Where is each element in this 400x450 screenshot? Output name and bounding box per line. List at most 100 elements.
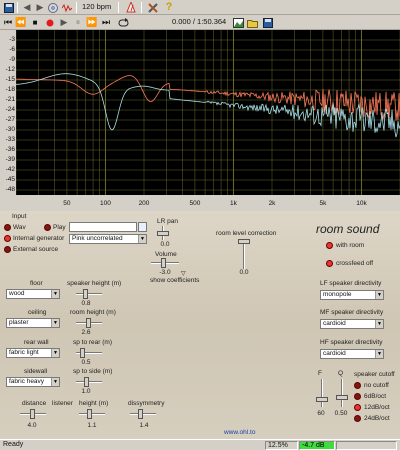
hf-directivity-select[interactable]: cardioid ▼ (320, 349, 384, 359)
fast-forward-icon[interactable]: ⏩ (86, 16, 97, 29)
back-icon[interactable]: ◀ (21, 1, 33, 14)
floppy-icon[interactable] (3, 1, 15, 14)
skip-back-icon[interactable]: ⏮ (3, 16, 13, 29)
mf-directivity-select[interactable]: cardioid ▼ (320, 319, 384, 329)
rear-wall-select[interactable]: fabric light ▼ (6, 348, 60, 358)
volume-slider[interactable] (151, 258, 179, 268)
website-link[interactable]: www.ohl.to (224, 429, 255, 436)
lf-directivity-select[interactable]: monopole ▼ (320, 290, 384, 300)
x-tick-label: 100 (100, 200, 111, 207)
y-tick-label: -24 (5, 106, 15, 113)
forward-icon[interactable]: ▶ (34, 1, 46, 14)
crossfeed-label: crossfeed off (336, 260, 374, 267)
speaker-height-value: 0.8 (81, 300, 91, 307)
transport-toolbar: ⏮ ⏪ ■ ▶ ⏸ ⏩ ⏭ 0.000 / 1:50.364 (0, 15, 400, 30)
cutoff-option-label: 6dB/oct (364, 393, 387, 400)
lf-directivity-label: LF speaker directivity (320, 280, 382, 287)
skip-forward-icon[interactable]: ⏭ (101, 16, 111, 29)
listener-height-label: height (m) (79, 400, 109, 407)
save-icon[interactable] (262, 16, 274, 29)
waveform-icon[interactable] (61, 1, 73, 14)
distance-value: 4.0 (27, 422, 37, 429)
room-height-label: room height (m) (70, 309, 116, 316)
sp-rear-slider[interactable] (76, 348, 102, 358)
browse-file-icon[interactable] (138, 222, 147, 232)
wav-label: Wav (13, 224, 26, 231)
sp-side-label: sp to side (m) (73, 368, 113, 375)
bpm-display: 120 bpm (82, 2, 112, 11)
cd-icon[interactable] (47, 1, 59, 14)
y-tick-label: -21 (5, 96, 15, 103)
y-tick-label: -18 (5, 86, 15, 93)
dissymmetry-slider[interactable] (130, 409, 156, 419)
rewind-icon[interactable]: ⏪ (15, 16, 26, 29)
tools-icon[interactable] (147, 1, 159, 14)
ceiling-select[interactable]: plaster ▼ (6, 318, 60, 328)
y-tick-label: -27 (5, 116, 15, 123)
cutoff-option-label: no cutoff (364, 382, 389, 389)
cutoff-radio[interactable] (354, 415, 361, 422)
plot-area[interactable] (15, 30, 400, 195)
floor-select[interactable]: wood ▼ (6, 289, 60, 299)
lr-pan-label: LR pan (157, 218, 178, 225)
volume-value: -3.0 (159, 269, 171, 276)
y-tick-label: -36 (5, 146, 15, 153)
x-tick-label: 500 (189, 200, 201, 207)
show-coefficients-link[interactable]: show coefficients (150, 277, 199, 284)
f-slider[interactable] (316, 379, 328, 407)
chevron-down-icon[interactable]: ▽ (181, 270, 186, 277)
play-label: Play (53, 224, 66, 231)
y-tick-label: -45 (5, 176, 15, 183)
ceiling-label: ceiling (28, 309, 47, 316)
wav-radio[interactable] (4, 224, 11, 231)
play-radio[interactable] (44, 224, 51, 231)
status-bar: Ready 12.5% -4.7 dB (0, 439, 400, 450)
cutoff-radio[interactable] (354, 393, 361, 400)
y-tick-label: -12 (5, 66, 15, 73)
x-tick-label: 10k (356, 200, 367, 207)
listener-height-value: 1.1 (87, 422, 97, 429)
help-icon[interactable]: ? (163, 1, 175, 14)
speaker-height-slider[interactable] (76, 289, 102, 299)
x-tick-label: 200 (138, 200, 150, 207)
picture-icon[interactable] (232, 16, 244, 29)
external-source-radio[interactable] (4, 246, 11, 253)
crossfeed-radio[interactable] (326, 260, 333, 267)
sidewall-select[interactable]: fabric heavy ▼ (6, 377, 60, 387)
lr-pan-slider[interactable] (157, 226, 169, 240)
loop-icon[interactable] (117, 16, 129, 29)
y-tick-label: -42 (5, 166, 15, 173)
play-icon[interactable]: ▶ (59, 16, 69, 29)
x-tick-label: 2k (268, 200, 276, 207)
room-level-value: 0.0 (239, 269, 249, 276)
time-display: 0.000 / 1:50.364 (172, 17, 227, 26)
sidewall-label: sidewall (24, 368, 48, 375)
generator-select[interactable]: Pink uncorrelated ▼ (69, 234, 147, 244)
f-label: F (318, 370, 322, 377)
folder-icon[interactable] (246, 16, 258, 29)
room-level-slider[interactable] (238, 239, 250, 269)
room-level-label: room level correction (216, 230, 277, 237)
external-source-label: External source (13, 246, 59, 253)
volume-label: Volume (155, 251, 177, 258)
y-tick-label: -15 (5, 76, 15, 83)
q-slider[interactable] (336, 379, 348, 407)
metronome-icon[interactable] (125, 1, 137, 14)
status-percent: 12.5% (265, 441, 298, 450)
distance-slider[interactable] (20, 409, 46, 419)
y-tick-label: -6 (9, 46, 15, 53)
record-icon[interactable] (45, 16, 55, 29)
sp-side-slider[interactable] (76, 377, 102, 387)
pause-icon[interactable]: ⏸ (73, 16, 83, 29)
listener-height-slider[interactable] (79, 409, 105, 419)
room-height-slider[interactable] (76, 318, 102, 328)
cutoff-radio[interactable] (354, 404, 361, 411)
wav-file-input[interactable] (69, 222, 137, 232)
status-db: -4.7 dB (299, 441, 335, 450)
room-sound-panel: Input Wav Play Internal generator Pink u… (0, 211, 400, 439)
stop-icon[interactable]: ■ (30, 16, 40, 29)
internal-generator-radio[interactable] (4, 235, 11, 242)
dissymmetry-value: 1.4 (139, 422, 149, 429)
with-room-radio[interactable] (326, 242, 333, 249)
cutoff-radio[interactable] (354, 382, 361, 389)
